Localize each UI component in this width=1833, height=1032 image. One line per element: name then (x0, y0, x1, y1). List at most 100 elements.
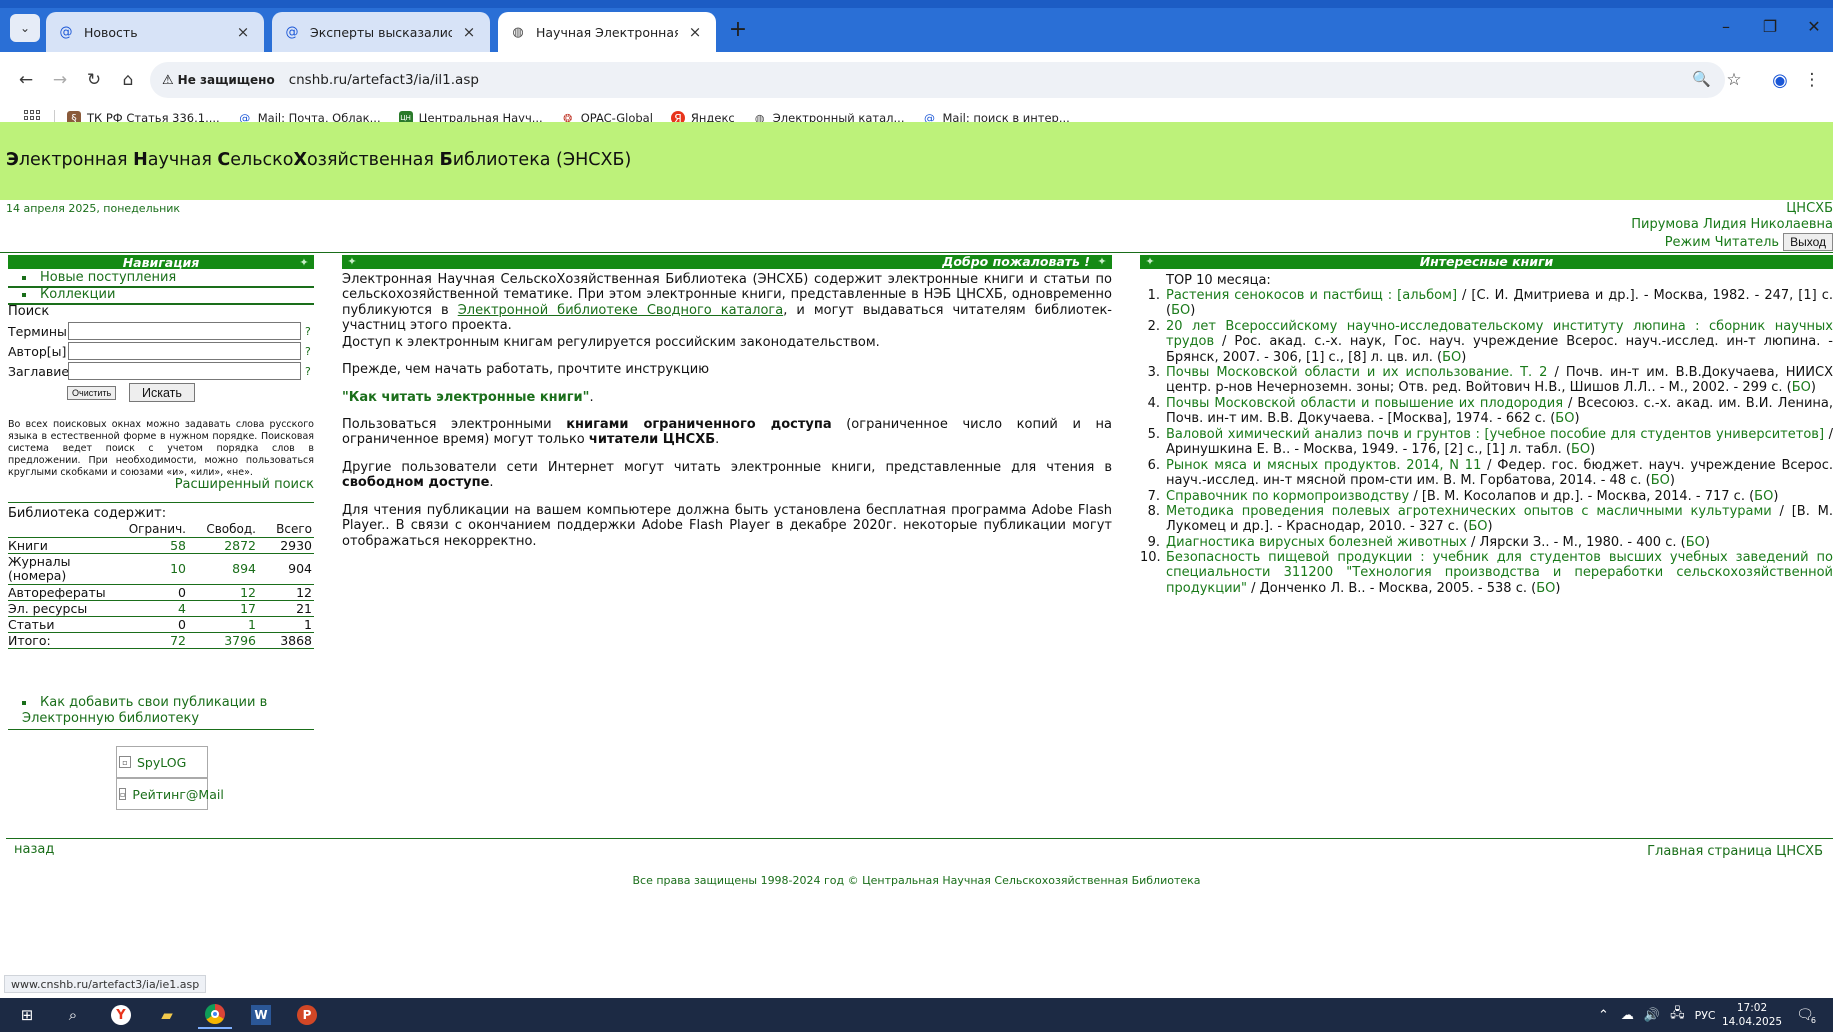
menu-button[interactable]: ⋮ (1800, 66, 1824, 94)
at-icon: @ (285, 24, 299, 40)
tab-search-button[interactable]: ⌄ (10, 14, 40, 42)
tab-label: Эксперты высказались о возм (310, 24, 452, 40)
bo-link[interactable]: БО (1792, 380, 1811, 395)
yandex-browser-app[interactable]: Y (104, 1001, 138, 1029)
broken-image-icon: ▫ (119, 756, 131, 768)
taskbar-clock[interactable]: 17:02 14.04.2025 (1717, 1001, 1787, 1029)
stats-heading: Библиотека содержит: (8, 506, 167, 521)
chevron-down-icon: ⌄ (19, 21, 31, 35)
start-button[interactable]: ⊞ (10, 1001, 44, 1029)
current-date: 14 апреля 2025, понедельник (6, 202, 181, 215)
clock-time: 17:02 (1736, 1002, 1768, 1014)
powerpoint-app[interactable]: P (290, 1001, 324, 1029)
profile-icon: ◉ (1772, 69, 1788, 91)
site-title: Электронная Научная СельскоХозяйственная… (6, 150, 632, 170)
clear-button[interactable]: Очистить (67, 386, 117, 400)
how-to-read-link[interactable]: "Как читать электронные книги" (342, 390, 589, 405)
stats-divider (8, 502, 314, 503)
bo-link[interactable]: БО (1651, 473, 1670, 488)
user-name: Пирумова Лидия Николаевна (1631, 217, 1833, 232)
onedrive-icon[interactable]: ☁ (1621, 1008, 1634, 1023)
nav-collections[interactable]: Коллекции (8, 287, 314, 302)
word-icon: W (251, 1005, 271, 1025)
book-title-link[interactable]: Почвы Московской области и их использова… (1166, 365, 1547, 380)
close-icon[interactable]: × (234, 23, 252, 41)
bo-link[interactable]: БО (1754, 489, 1773, 504)
bo-link[interactable]: БО (1555, 411, 1574, 426)
chrome-app[interactable] (198, 1001, 232, 1029)
address-bar[interactable]: ⚠ Не защищено cnshb.ru/artefact3/ia/il1.… (150, 62, 1725, 98)
title-input[interactable] (68, 362, 301, 380)
book-title-link[interactable]: Почвы Московской области и повышение их … (1166, 396, 1563, 411)
system-tray: ⌃ ☁ 🔊 🖧 РУС (1598, 998, 1716, 1032)
network-icon[interactable]: 🖧 (1670, 1004, 1685, 1026)
top10-heading: ТОР 10 месяца: (1166, 273, 1271, 288)
advanced-search-link[interactable]: Расширенный поиск (175, 477, 314, 492)
table-row: Журналы (номера) 10 894 904 (8, 553, 314, 585)
forward-button[interactable]: → (46, 66, 74, 94)
security-status[interactable]: Не защищено (178, 73, 275, 87)
file-explorer-app[interactable]: ▰ (150, 1001, 184, 1029)
tab-news[interactable]: @ Новость × (46, 12, 264, 52)
search-button[interactable]: Искать (129, 383, 195, 402)
tab-library[interactable]: ◍ Научная Электронная Библио × (498, 12, 716, 52)
url-text[interactable]: cnshb.ru/artefact3/ia/il1.asp (289, 72, 479, 88)
author-input[interactable] (68, 342, 301, 360)
mail-rating-counter[interactable]: ▫ Рейтинг@Mail (116, 778, 224, 810)
minimize-button[interactable]: – (1710, 14, 1742, 38)
list-item: 7. Справочник по кормопроизводству / [В.… (1147, 489, 1779, 504)
chevron-up-icon[interactable]: ⌃ (1598, 1008, 1609, 1023)
word-app[interactable]: W (244, 1001, 278, 1029)
col-free: Свобод. (188, 522, 258, 538)
help-link[interactable]: ? (305, 345, 311, 358)
book-title-link[interactable]: Диагностика вирусных болезней животных (1166, 535, 1467, 550)
list-item: 4. Почвы Московской области и повышение … (1147, 396, 1833, 427)
ornament-icon: ✦ (299, 255, 309, 269)
new-tab-button[interactable]: + (725, 16, 751, 42)
help-link[interactable]: ? (305, 365, 311, 378)
home-button[interactable]: ⌂ (114, 66, 142, 94)
search-taskbar-button[interactable]: ⌕ (56, 1001, 90, 1029)
back-link[interactable]: назад (14, 842, 54, 857)
reload-button[interactable]: ↻ (80, 66, 108, 94)
nav-new-arrivals[interactable]: Новые поступления (8, 270, 314, 285)
book-title-link[interactable]: Справочник по кормопроизводству (1166, 489, 1409, 504)
bookmark-star-button[interactable]: ☆ (1720, 66, 1748, 94)
intro-paragraph: Электронная Научная СельскоХозяйственная… (342, 272, 1112, 333)
language-indicator[interactable]: РУС (1695, 1009, 1716, 1022)
spylog-counter[interactable]: ▫ SpyLOG (116, 746, 208, 778)
back-button[interactable]: ← (12, 66, 40, 94)
list-item: 10. Безопасность пищевой продукции : уче… (1140, 550, 1833, 596)
bo-link[interactable]: БО (1171, 303, 1190, 318)
bo-link[interactable]: БО (1468, 519, 1487, 534)
add-publication-link[interactable]: Как добавить свои публикации в Электронн… (8, 695, 314, 727)
book-title-link[interactable]: Методика проведения полевых агротехничес… (1166, 504, 1772, 519)
union-catalog-link[interactable]: Электронной библиотеке Сводного каталога (458, 303, 783, 318)
volume-icon[interactable]: 🔊 (1644, 1008, 1660, 1023)
reader-mode: Режим Читатель Выход (1665, 233, 1833, 251)
notifications-button[interactable]: 🗨 6 (1794, 1005, 1816, 1025)
tab-experts[interactable]: @ Эксперты высказались о возм × (272, 12, 490, 52)
close-window-button[interactable]: ✕ (1798, 14, 1830, 38)
bo-link[interactable]: БО (1442, 350, 1461, 365)
list-item: 8. Методика проведения полевых агротехни… (1147, 504, 1833, 535)
bo-link[interactable]: БО (1536, 581, 1555, 596)
kebab-menu-icon: ⋮ (1803, 70, 1821, 90)
bo-link[interactable]: БО (1571, 442, 1590, 457)
help-link[interactable]: ? (305, 325, 311, 338)
zoom-icon[interactable]: 🔍 (1692, 70, 1711, 88)
book-title-link[interactable]: Растения сенокосов и пастбищ : [альбом] (1166, 288, 1457, 303)
cnshb-home-link[interactable]: Главная страница ЦНСХБ (1647, 844, 1823, 859)
ornament-icon: ✦ (1097, 255, 1107, 269)
windows-logo-icon: ⊞ (20, 1006, 34, 1024)
book-title-link[interactable]: Рынок мяса и мясных продуктов. 2014, N 1… (1166, 458, 1481, 473)
close-icon[interactable]: × (686, 23, 704, 41)
book-title-link[interactable]: Валовой химический анализ почв и грунтов… (1166, 427, 1824, 442)
terms-input[interactable] (68, 322, 301, 340)
exit-button[interactable]: Выход (1783, 233, 1833, 251)
profile-button[interactable]: ◉ (1766, 66, 1794, 94)
bo-link[interactable]: БО (1686, 535, 1705, 550)
close-icon[interactable]: × (460, 23, 478, 41)
table-row: Авторефераты 0 12 12 (8, 584, 314, 601)
restore-button[interactable]: ❐ (1754, 14, 1786, 38)
